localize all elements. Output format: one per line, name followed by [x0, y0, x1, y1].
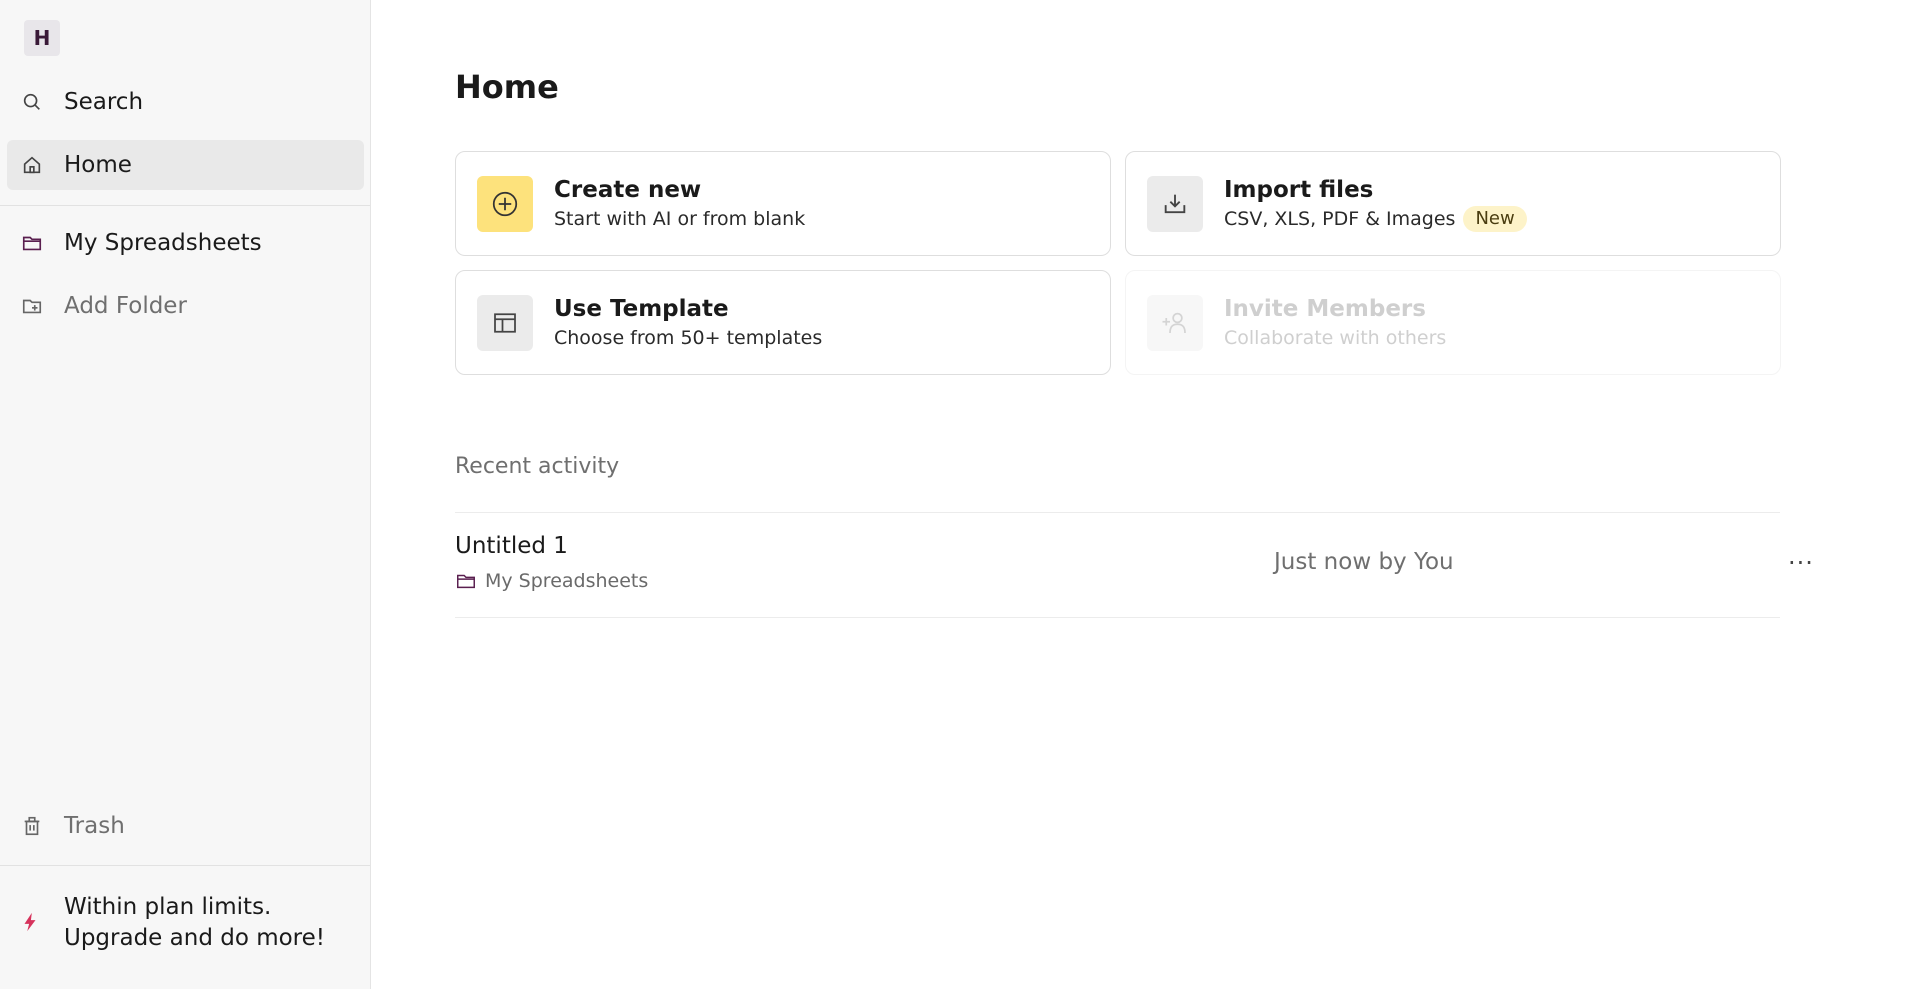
plus-circle-icon: [477, 175, 533, 232]
row-divider: [455, 617, 1780, 618]
sidebar-item-home[interactable]: Home: [7, 140, 364, 190]
card-title: Use Template: [554, 295, 729, 322]
template-layout-icon: [477, 294, 533, 351]
sidebar-divider: [0, 865, 370, 866]
folder-icon: [455, 570, 477, 592]
sidebar-item-label: Home: [64, 152, 132, 178]
file-folder[interactable]: My Spreadsheets: [455, 570, 648, 592]
sidebar-divider: [0, 205, 370, 206]
sidebar-item-trash[interactable]: Trash: [7, 801, 364, 851]
add-folder-icon: [19, 293, 45, 319]
sidebar-item-label: Trash: [64, 813, 125, 839]
upgrade-text: Within plan limits. Upgrade and do more!: [64, 892, 325, 954]
import-files-card[interactable]: Import files CSV, XLS, PDF & Images New: [1125, 151, 1781, 256]
sidebar-item-add-folder[interactable]: Add Folder: [7, 281, 364, 331]
modified-time: Just now by You: [1274, 549, 1454, 575]
sidebar-item-my-spreadsheets[interactable]: My Spreadsheets: [7, 218, 364, 268]
card-title: Invite Members: [1224, 295, 1426, 322]
more-options-button[interactable]: ···: [1781, 543, 1821, 583]
upgrade-line-1: Within plan limits.: [64, 894, 272, 920]
card-title: Create new: [554, 176, 702, 203]
invite-members-card: Invite Members Collaborate with others: [1125, 270, 1781, 375]
card-subtitle: Collaborate with others: [1224, 326, 1447, 349]
recent-activity-heading: Recent activity: [455, 454, 620, 479]
new-badge: New: [1463, 205, 1527, 232]
sidebar-item-label: Search: [64, 89, 144, 115]
use-template-card[interactable]: Use Template Choose from 50+ templates: [455, 270, 1111, 375]
folder-name: My Spreadsheets: [485, 570, 649, 592]
sidebar: H Search Home My Spreadsheets Add Folder…: [0, 0, 371, 989]
sidebar-item-label: My Spreadsheets: [64, 230, 262, 256]
card-title: Import files: [1224, 176, 1374, 203]
card-subtitle: Choose from 50+ templates: [554, 326, 823, 349]
card-subtitle: Start with AI or from blank: [554, 207, 806, 230]
workspace-logo[interactable]: H: [24, 20, 60, 56]
main-content: Home Create new Start with AI or from bl…: [371, 0, 1919, 989]
sidebar-item-search[interactable]: Search: [7, 77, 364, 127]
lightning-icon: [19, 910, 45, 936]
upgrade-line-2: Upgrade and do more!: [64, 925, 326, 951]
page-title: Home: [455, 68, 559, 106]
file-name[interactable]: Untitled 1: [455, 533, 568, 559]
upgrade-banner[interactable]: Within plan limits. Upgrade and do more!: [7, 892, 364, 954]
trash-icon: [19, 813, 45, 839]
add-user-icon: [1147, 294, 1203, 351]
home-icon: [19, 152, 45, 178]
card-subtitle: CSV, XLS, PDF & Images: [1224, 207, 1456, 230]
card-subtitle-row: CSV, XLS, PDF & Images New: [1224, 205, 1527, 233]
search-icon: [19, 89, 45, 115]
sidebar-item-label: Add Folder: [64, 293, 187, 319]
download-tray-icon: [1147, 175, 1203, 232]
folder-icon: [19, 230, 45, 256]
create-new-card[interactable]: Create new Start with AI or from blank: [455, 151, 1111, 256]
table-row[interactable]: Untitled 1 My Spreadsheets Just now by Y…: [455, 513, 1813, 617]
